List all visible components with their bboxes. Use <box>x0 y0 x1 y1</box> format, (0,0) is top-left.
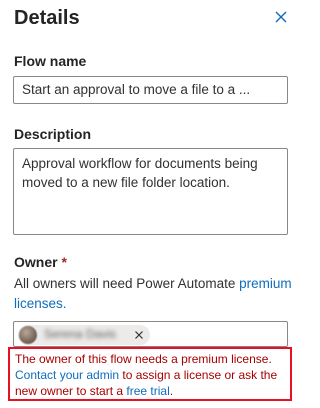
flow-name-input[interactable]: Start an approval to move a file to a ..… <box>13 76 288 104</box>
contact-admin-link[interactable]: Contact your admin <box>15 368 119 382</box>
owner-label-text: Owner <box>14 254 58 270</box>
close-button[interactable] <box>271 7 291 27</box>
avatar <box>19 326 37 344</box>
error-end: . <box>169 384 174 398</box>
panel-header: Details <box>14 6 301 36</box>
owner-picker[interactable]: Serena Davis <box>13 321 288 347</box>
description-textarea[interactable]: Approval workflow for documents being mo… <box>13 148 288 235</box>
panel-title: Details <box>14 7 80 29</box>
owner-license-note: All owners will need Power Automate prem… <box>14 274 294 314</box>
close-icon <box>275 11 287 23</box>
owner-label: Owner * <box>14 254 67 270</box>
license-error-message: The owner of this flow needs a premium l… <box>8 347 292 401</box>
remove-owner-button[interactable] <box>132 328 146 342</box>
owner-note-text: All owners will need Power Automate <box>14 276 240 291</box>
required-marker: * <box>61 254 67 270</box>
flow-name-label: Flow name <box>14 53 87 69</box>
owner-chip-name: Serena Davis <box>44 327 117 341</box>
owner-chip: Serena Davis <box>18 325 150 345</box>
free-trial-link[interactable]: free trial <box>126 384 169 398</box>
error-line1: The owner of this flow needs a premium l… <box>15 352 272 366</box>
description-label: Description <box>14 126 92 142</box>
close-icon <box>135 331 143 339</box>
